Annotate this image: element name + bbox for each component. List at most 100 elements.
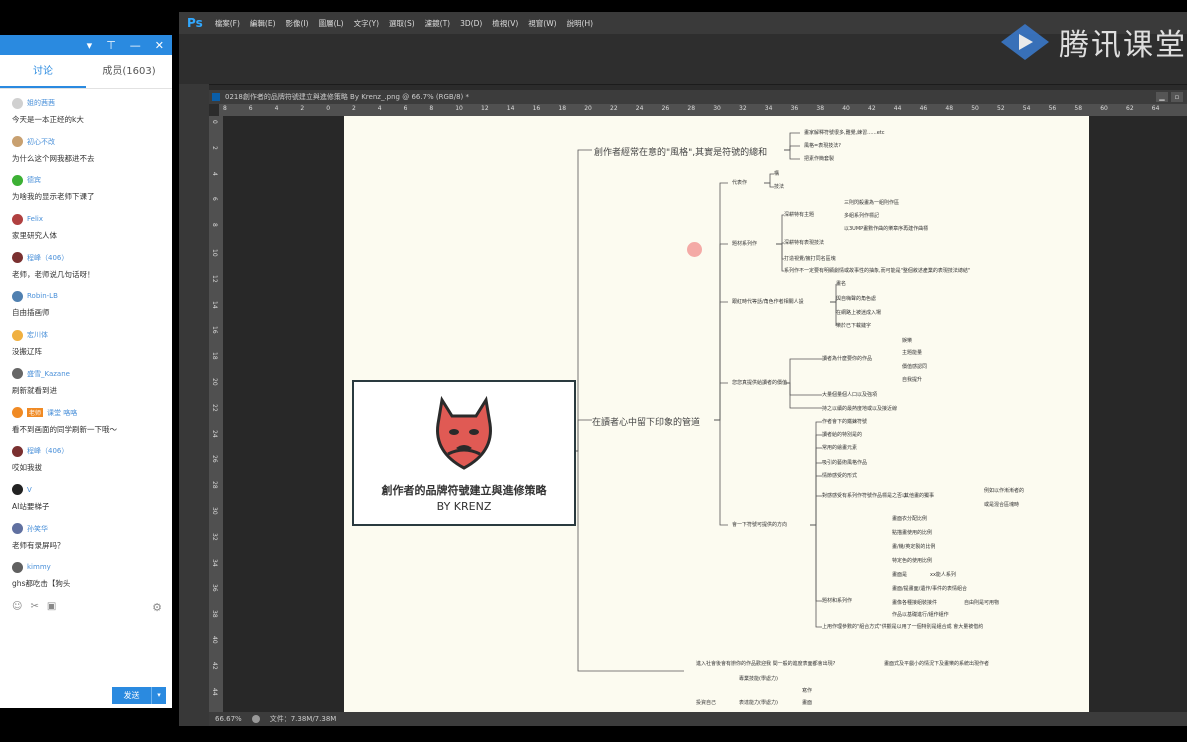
- menu-item[interactable]: 說明(H): [567, 18, 594, 29]
- mindmap-node: 表達能力(學處力): [739, 700, 778, 706]
- close-icon[interactable]: ✕: [155, 39, 164, 52]
- minimize-icon[interactable]: —: [130, 39, 141, 52]
- document-window-buttons: ▁ ▫: [1156, 90, 1183, 102]
- avatar[interactable]: [12, 484, 23, 496]
- chat-message: 姐的茜茜 今天是一本正经的k大: [12, 89, 172, 128]
- branch-impression-channels: 在讀者心中留下印象的管道: [592, 418, 701, 428]
- avatar[interactable]: [12, 252, 23, 264]
- message-author[interactable]: Felix: [12, 213, 172, 225]
- message-author[interactable]: 老师 课堂 咯咯: [12, 407, 172, 419]
- chevron-down-icon[interactable]: ▾: [151, 687, 166, 704]
- mindmap-node: 畫面衣分配比例: [892, 516, 928, 522]
- menu-item[interactable]: 影像(I): [286, 18, 309, 29]
- ruler-tick-label: 30: [211, 507, 218, 515]
- username[interactable]: Robin-LB: [27, 292, 58, 300]
- canvas-area[interactable]: 創作者的品牌符號建立與進修策略 BY KRENZ 創作者經常在意的"風格",其實…: [223, 116, 1187, 712]
- message-list: 姐的茜茜 今天是一本正经的k大 初心不改 为什么这个网我都进不去 德宾 为啥我的…: [0, 89, 172, 592]
- menu-item[interactable]: 圖層(L): [319, 18, 344, 29]
- document-tab[interactable]: 0218創作者的品牌符號建立與進修策略 By Krenz_.png @ 66.7…: [209, 90, 1187, 104]
- message-text: 老师，老师说几句话呀！: [12, 269, 95, 279]
- username[interactable]: 宏川体: [27, 330, 48, 340]
- avatar[interactable]: [12, 523, 23, 535]
- ruler-tick-label: 34: [211, 558, 218, 567]
- avatar[interactable]: [12, 97, 23, 109]
- username[interactable]: kimmy: [27, 563, 51, 571]
- mindmap-node: 例如以作漸漸者的: [984, 488, 1025, 494]
- username[interactable]: 初心不改: [27, 137, 55, 147]
- mindmap-node: 深耕特有主題: [784, 212, 815, 218]
- mindmap-node: 特定色的使用比例: [892, 558, 933, 564]
- message-author[interactable]: 程峰（406）: [12, 445, 172, 457]
- mindmap-node: 吸引的藝術風格作品: [822, 460, 868, 466]
- message-text: 家里研究人体: [12, 231, 57, 241]
- image-icon[interactable]: ▣: [47, 601, 56, 612]
- username[interactable]: Felix: [27, 215, 43, 223]
- mindmap-canvas[interactable]: 創作者的品牌符號建立與進修策略 BY KRENZ 創作者經常在意的"風格",其實…: [344, 116, 1089, 712]
- menu-item[interactable]: 3D(D): [460, 19, 482, 28]
- message-author[interactable]: 孙笑华: [12, 523, 172, 535]
- username[interactable]: 姐的茜茜: [27, 98, 55, 108]
- username[interactable]: 盛雪_Kazane: [27, 369, 70, 379]
- play-logo-icon: [1001, 24, 1049, 60]
- mindmap-title-box: 創作者的品牌符號建立與進修策略 BY KRENZ: [352, 380, 576, 526]
- message-text: 刷新就看到进: [12, 385, 57, 395]
- username[interactable]: V: [27, 486, 32, 494]
- username[interactable]: 德宾: [27, 175, 41, 185]
- avatar[interactable]: [12, 213, 23, 225]
- avatar[interactable]: [12, 174, 23, 186]
- ruler-tick-label: 48: [945, 105, 954, 112]
- username[interactable]: 程峰（406）: [27, 253, 68, 263]
- message-author[interactable]: 姐的茜茜: [12, 97, 172, 109]
- tab-members[interactable]: 成员(1603): [86, 55, 172, 88]
- ruler-tick-label: 20: [211, 378, 218, 386]
- mindmap-node: 在網路上被迷成入場: [836, 310, 882, 316]
- gear-icon[interactable]: ⚙: [152, 601, 162, 614]
- menu-item[interactable]: 檔案(F): [215, 18, 240, 29]
- avatar[interactable]: [12, 368, 23, 380]
- mindmap-node: 情節感受的形式: [822, 473, 858, 479]
- message-author[interactable]: 德宾: [12, 174, 172, 186]
- avatar[interactable]: [12, 136, 23, 148]
- maximize-icon[interactable]: ▫: [1171, 92, 1183, 102]
- menu-item[interactable]: 選取(S): [389, 18, 415, 29]
- zoom-level[interactable]: 66.67%: [215, 712, 242, 726]
- dropdown-icon[interactable]: ▾: [87, 39, 93, 52]
- username[interactable]: 程峰（406）: [27, 446, 68, 456]
- message-author[interactable]: 盛雪_Kazane: [12, 368, 172, 380]
- connector-line: [776, 214, 784, 245]
- avatar[interactable]: [12, 445, 23, 457]
- message-author[interactable]: kimmy: [12, 561, 172, 573]
- send-label[interactable]: 发送: [112, 687, 151, 704]
- username[interactable]: 课堂 咯咯: [47, 408, 77, 418]
- tab-discussion[interactable]: 讨论: [0, 55, 86, 88]
- emoji-icon[interactable]: ☺: [12, 601, 22, 612]
- send-button[interactable]: 发送 ▾: [112, 687, 166, 704]
- minimize-icon[interactable]: ▁: [1156, 92, 1168, 102]
- avatar[interactable]: [12, 290, 23, 302]
- pin-icon[interactable]: ⊤: [106, 39, 116, 52]
- scissors-icon[interactable]: ✂: [30, 601, 38, 612]
- menu-item[interactable]: 視窗(W): [528, 18, 556, 29]
- message-author[interactable]: 宏川体: [12, 329, 172, 341]
- connector-line: [784, 358, 822, 384]
- ruler-tick-label: 18: [211, 352, 218, 360]
- connector-line: [714, 182, 728, 421]
- mindmap-node: 上用作理參數的"組合方式"供觀是以用了一個特別是組合成 會大量被借約: [822, 624, 984, 630]
- avatar[interactable]: [12, 407, 23, 418]
- username[interactable]: 孙笑华: [27, 524, 48, 534]
- chat-message: 老师 课堂 咯咯 看不到画面的同学刷新一下哦～: [12, 399, 172, 438]
- avatar[interactable]: [12, 329, 23, 341]
- document-title: 0218創作者的品牌符號建立與進修策略 By Krenz_.png @ 66.7…: [225, 93, 469, 101]
- menu-item[interactable]: 濾鏡(T): [425, 18, 450, 29]
- menu-item[interactable]: 檢視(V): [492, 18, 518, 29]
- message-author[interactable]: 程峰（406）: [12, 252, 172, 264]
- ruler-tick-label: 4: [274, 105, 279, 112]
- message-author[interactable]: 初心不改: [12, 136, 172, 148]
- message-author[interactable]: Robin-LB: [12, 290, 172, 302]
- menu-item[interactable]: 文字(Y): [354, 18, 379, 29]
- menu-item[interactable]: 編輯(E): [250, 18, 276, 29]
- message-author[interactable]: V: [12, 484, 172, 496]
- avatar[interactable]: [12, 561, 23, 573]
- status-menu-icon[interactable]: [251, 715, 260, 723]
- message-text: 今天是一本正经的k大: [12, 115, 84, 124]
